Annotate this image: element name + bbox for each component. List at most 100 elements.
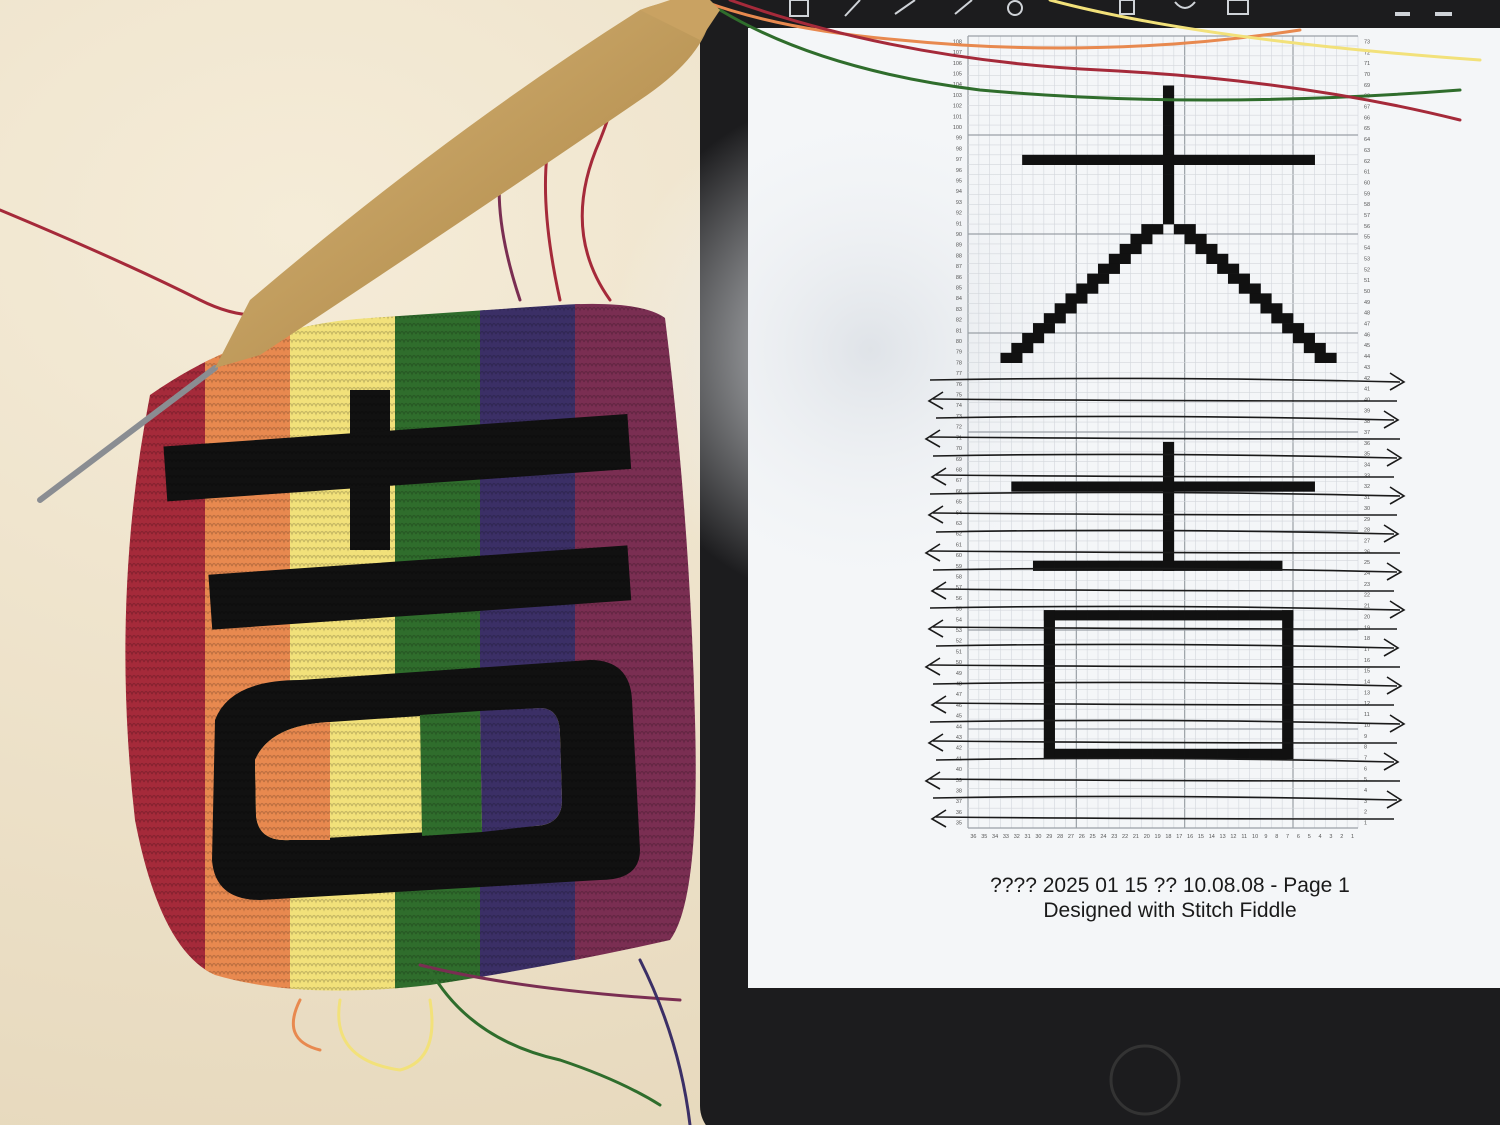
row-number-right: 63: [1364, 148, 1370, 154]
chart-cell: [1098, 560, 1110, 571]
chart-cell: [1163, 461, 1175, 472]
chart-cell: [1065, 481, 1077, 492]
chart-cell: [1195, 243, 1207, 255]
chart-cell: [1282, 323, 1294, 334]
column-number: 3: [1329, 834, 1332, 840]
chart-cell: [1000, 352, 1012, 363]
column-number: 18: [1165, 834, 1171, 840]
chart-cell: [1282, 689, 1294, 700]
row-number-left: 94: [956, 189, 962, 195]
chart-cell: [1163, 154, 1175, 165]
row-number-right: 56: [1364, 224, 1370, 230]
chart-cell: [1065, 154, 1077, 165]
row-number-left: 58: [956, 574, 962, 580]
chart-cell: [1087, 748, 1099, 759]
chart-cell: [1119, 154, 1131, 165]
chart-cell: [1043, 729, 1055, 740]
chart-cell: [1195, 234, 1207, 245]
row-number-right: 50: [1364, 289, 1370, 295]
row-number-left: 87: [956, 264, 962, 270]
row-number-right: 8: [1364, 745, 1367, 751]
chart-cell: [1238, 154, 1250, 165]
chart-cell: [1293, 481, 1305, 492]
row-number-right: 43: [1364, 365, 1370, 371]
row-number-right: 11: [1364, 712, 1370, 718]
chart-cell: [1054, 313, 1066, 324]
chart-cell: [1152, 481, 1164, 492]
chart-cell: [1184, 234, 1196, 245]
row-number-left: 47: [956, 692, 962, 698]
chart-cell: [1022, 342, 1034, 354]
chart-cell: [1163, 748, 1175, 759]
chart-cell: [1206, 253, 1218, 264]
chart-cell: [1303, 154, 1315, 165]
row-number-left: 96: [956, 168, 962, 174]
chart-cell: [1173, 748, 1185, 759]
chart-cell: [1282, 659, 1294, 670]
row-number-left: 60: [956, 553, 962, 559]
row-number-right: 32: [1364, 484, 1370, 490]
row-number-right: 1: [1364, 821, 1367, 827]
chart-cell: [1011, 342, 1023, 354]
chart-cell: [1271, 313, 1283, 324]
chart-caption-credit: Designed with Stitch Fiddle: [1043, 899, 1297, 922]
row-number-left: 105: [953, 71, 962, 77]
row-number-right: 34: [1364, 463, 1370, 469]
row-number-left: 93: [956, 200, 962, 206]
chart-cell: [1260, 610, 1272, 621]
chart-cell: [1314, 342, 1326, 354]
row-number-right: 36: [1364, 441, 1370, 447]
chart-cell: [1249, 481, 1261, 492]
chart-cell: [1184, 154, 1196, 165]
chart-cell: [1173, 481, 1185, 492]
row-number-right: 29: [1364, 517, 1370, 523]
column-number: 2: [1340, 834, 1343, 840]
row-number-right: 2: [1364, 810, 1367, 816]
chart-cell: [1076, 154, 1088, 165]
row-number-left: 67: [956, 478, 962, 484]
row-number-left: 85: [956, 286, 962, 292]
row-number-left: 103: [953, 93, 962, 99]
chart-cell: [1206, 243, 1218, 255]
chart-cell: [1238, 610, 1250, 621]
chart-cell: [1119, 253, 1131, 264]
row-number-right: 22: [1364, 593, 1370, 599]
row-number-left: 48: [956, 682, 962, 688]
chart-cell: [1108, 481, 1120, 492]
chart-cell: [1043, 649, 1055, 660]
row-number-left: 78: [956, 360, 962, 366]
row-number-right: 23: [1364, 582, 1370, 588]
chart-cell: [1163, 105, 1175, 116]
chart-cell: [1022, 154, 1034, 165]
row-number-right: 41: [1364, 387, 1370, 393]
column-number: 14: [1209, 834, 1215, 840]
chart-cell: [1076, 481, 1088, 492]
row-number-left: 44: [956, 724, 962, 730]
chart-cell: [1271, 154, 1283, 165]
chart-cell: [1184, 610, 1196, 621]
column-number: 8: [1275, 834, 1278, 840]
chart-cell: [1173, 610, 1185, 621]
chart-cell: [1184, 748, 1196, 759]
row-number-left: 52: [956, 639, 962, 645]
row-number-left: 70: [956, 446, 962, 452]
chart-cell: [1141, 234, 1153, 245]
chart-cell: [1163, 115, 1175, 126]
chart-cell: [1098, 273, 1110, 284]
row-number-right: 69: [1364, 83, 1370, 89]
chart-cell: [1163, 441, 1175, 453]
chart-cell: [1065, 560, 1077, 571]
chart-cell: [1108, 263, 1120, 274]
chart-cell: [1238, 273, 1250, 284]
column-number: 29: [1046, 834, 1052, 840]
row-number-right: 44: [1364, 354, 1370, 360]
chart-cell: [1228, 748, 1240, 759]
chart-cell: [1282, 313, 1294, 324]
row-number-left: 75: [956, 393, 962, 399]
row-number-left: 35: [956, 821, 962, 827]
chart-cell: [1206, 748, 1218, 759]
column-number: 16: [1187, 834, 1193, 840]
chart-cell: [1206, 610, 1218, 621]
chart-cell: [1130, 748, 1142, 759]
row-number-right: 52: [1364, 267, 1370, 273]
